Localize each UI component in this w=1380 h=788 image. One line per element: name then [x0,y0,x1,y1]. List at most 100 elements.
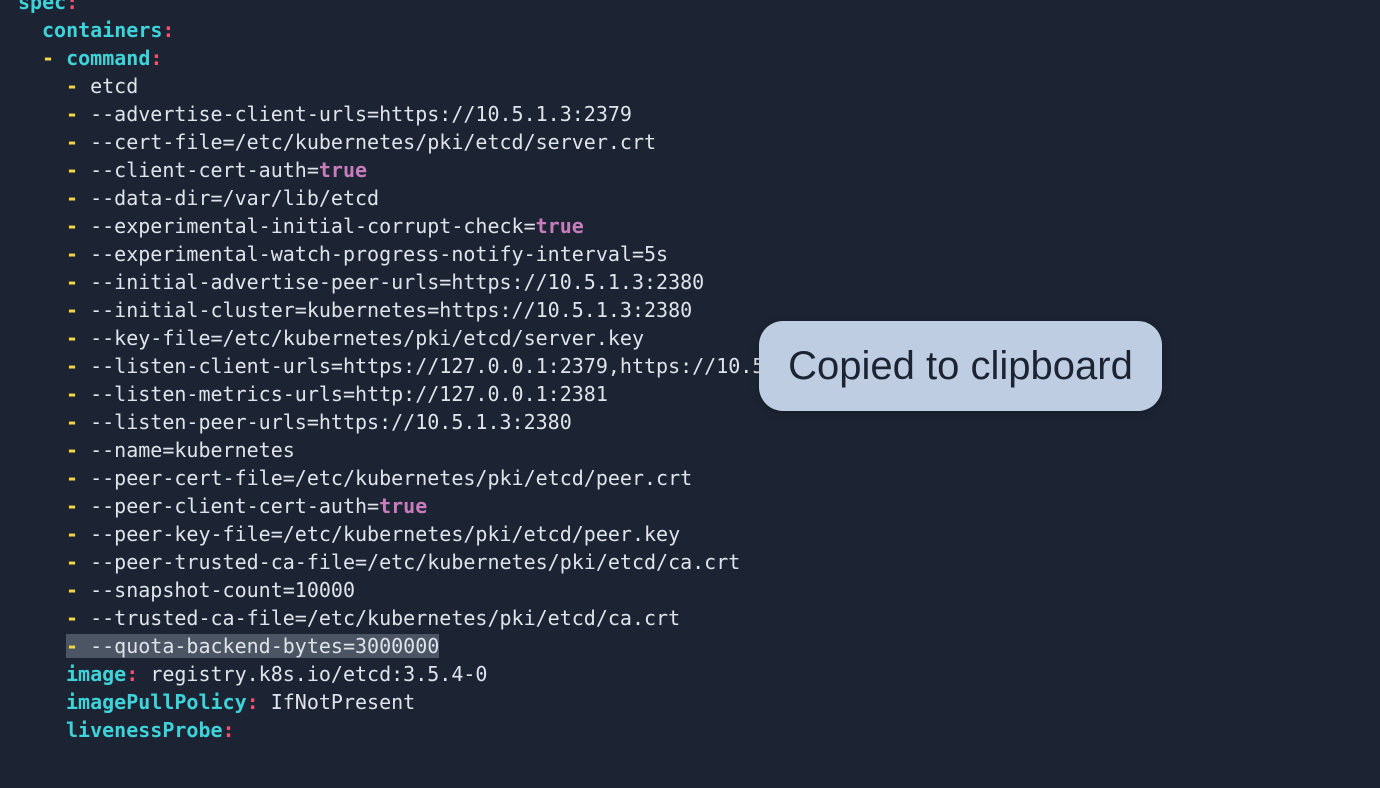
list-dash: - [66,382,91,406]
line-content: - --listen-metrics-urls=http://127.0.0.1… [66,382,608,406]
code-line[interactable]: - --key-file=/etc/kubernetes/pki/etcd/se… [66,324,644,352]
line-content: - --initial-advertise-peer-urls=https://… [66,270,704,294]
code-line[interactable]: - --snapshot-count=10000 [66,576,355,604]
yaml-key: containers [42,18,163,42]
code-line[interactable]: livenessProbe: [66,716,235,744]
line-content: - --data-dir=/var/lib/etcd [66,186,379,210]
yaml-key: image [66,662,127,686]
boolean-value: true [535,214,584,238]
list-dash: - [66,354,91,378]
list-dash: - [66,550,91,574]
yaml-value: --listen-metrics-urls=http://127.0.0.1:2… [90,382,608,406]
line-content: livenessProbe: [66,718,235,742]
yaml-value: registry.k8s.io/etcd:3.5.4-0 [150,662,488,686]
yaml-key: spec [18,0,67,14]
line-content: - --experimental-initial-corrupt-check=t… [66,214,584,238]
key-colon: : [246,690,259,714]
line-content: - --initial-cluster=kubernetes=https://1… [66,298,692,322]
list-dash: - [66,270,91,294]
list-dash: - [66,578,91,602]
yaml-value: --client-cert-auth= [90,158,319,182]
line-content: - --experimental-watch-progress-notify-i… [66,242,668,266]
line-content: - --listen-client-urls=https://127.0.0.1… [66,354,764,378]
boolean-value: true [318,158,368,182]
line-content: - etcd [66,74,138,98]
code-line[interactable]: - --initial-advertise-peer-urls=https://… [66,268,704,296]
code-line[interactable]: - --advertise-client-urls=https://10.5.1… [66,100,632,128]
list-dash: - [66,242,91,266]
code-line[interactable]: - --listen-client-urls=https://127.0.0.1… [66,352,764,380]
line-content: - --advertise-client-urls=https://10.5.1… [66,102,632,126]
code-line[interactable]: - --listen-peer-urls=https://10.5.1.3:23… [66,408,572,436]
list-dash: - [66,298,91,322]
key-colon: : [162,18,175,42]
yaml-value: --experimental-watch-progress-notify-int… [90,242,669,266]
line-content: imagePullPolicy: IfNotPresent [66,690,415,714]
yaml-key: livenessProbe [66,718,223,742]
list-dash: - [66,494,91,518]
line-content: - --listen-peer-urls=https://10.5.1.3:23… [66,410,572,434]
code-line[interactable]: - etcd [66,72,138,100]
code-line[interactable]: - --experimental-watch-progress-notify-i… [66,240,668,268]
code-line[interactable]: - --peer-trusted-ca-file=/etc/kubernetes… [66,548,740,576]
code-line[interactable]: imagePullPolicy: IfNotPresent [66,688,415,716]
code-line[interactable]: - --experimental-initial-corrupt-check=t… [66,212,584,240]
line-content: - command: [42,46,162,70]
list-dash: - [66,466,91,490]
yaml-value: --cert-file=/etc/kubernetes/pki/etcd/ser… [90,130,657,154]
yaml-value: --initial-advertise-peer-urls=https://10… [90,270,705,294]
list-dash: - [66,410,91,434]
list-dash: - [66,438,91,462]
code-line[interactable]: - --name=kubernetes [66,436,295,464]
code-line[interactable]: - --cert-file=/etc/kubernetes/pki/etcd/s… [66,128,656,156]
code-line[interactable]: - --peer-client-cert-auth=true [66,492,427,520]
list-dash: - [66,326,91,350]
line-content: - --peer-cert-file=/etc/kubernetes/pki/e… [66,466,692,490]
code-line[interactable]: - --initial-cluster=kubernetes=https://1… [66,296,692,324]
list-dash: - [66,522,91,546]
yaml-editor[interactable]: spec: containers: - command: - etcd - --adve… [0,0,1380,788]
code-line[interactable]: - --data-dir=/var/lib/etcd [66,184,379,212]
line-content: - --peer-trusted-ca-file=/etc/kubernetes… [66,550,740,574]
yaml-value: --key-file=/etc/kubernetes/pki/etcd/serv… [90,326,644,350]
line-content: - --name=kubernetes [66,438,295,462]
list-dash: - [42,46,67,70]
code-line[interactable]: - command: [42,44,162,72]
yaml-value: --name=kubernetes [90,438,295,462]
yaml-key: command [66,46,151,70]
yaml-value: --peer-trusted-ca-file=/etc/kubernetes/p… [90,550,741,574]
code-line[interactable]: image: registry.k8s.io/etcd:3.5.4-0 [66,660,487,688]
yaml-value: --trusted-ca-file=/etc/kubernetes/pki/et… [90,606,681,630]
yaml-value: --data-dir=/var/lib/etcd [90,186,380,210]
line-content: - --trusted-ca-file=/etc/kubernetes/pki/… [66,606,680,630]
list-dash: - [66,214,91,238]
line-content: - --client-cert-auth=true [66,158,367,182]
code-line[interactable]: - --peer-key-file=/etc/kubernetes/pki/et… [66,520,680,548]
key-colon: : [126,662,139,686]
code-line[interactable]: - --trusted-ca-file=/etc/kubernetes/pki/… [66,604,680,632]
selected-text: - --quota-backend-bytes=3000000 [66,634,440,658]
yaml-value: --initial-cluster=kubernetes=https://10.… [90,298,693,322]
yaml-value: --listen-client-urls=https://127.0.0.1:2… [90,354,765,378]
yaml-value: --snapshot-count=10000 [90,578,355,602]
list-dash: - [66,634,91,658]
line-content: - --peer-client-cert-auth=true [66,494,427,518]
line-content: - --peer-key-file=/etc/kubernetes/pki/et… [66,522,680,546]
list-dash: - [66,606,91,630]
line-content: image: registry.k8s.io/etcd:3.5.4-0 [66,662,487,686]
code-line[interactable]: - --listen-metrics-urls=http://127.0.0.1… [66,380,608,408]
code-line[interactable]: - --peer-cert-file=/etc/kubernetes/pki/e… [66,464,692,492]
yaml-value: IfNotPresent [270,690,416,714]
code-line[interactable]: - --client-cert-auth=true [66,156,367,184]
code-line[interactable]: spec: [18,0,78,16]
yaml-value: etcd [90,74,139,98]
key-colon: : [150,46,163,70]
code-line[interactable]: containers: [42,16,174,44]
list-dash: - [66,102,91,126]
line-content: - --snapshot-count=10000 [66,578,355,602]
boolean-value: true [379,494,428,518]
yaml-value: --listen-peer-urls=https://10.5.1.3:2380 [90,410,572,434]
yaml-key: imagePullPolicy [66,690,247,714]
code-line[interactable]: - --quota-backend-bytes=3000000 [66,632,440,660]
yaml-value: --peer-cert-file=/etc/kubernetes/pki/etc… [90,466,693,490]
